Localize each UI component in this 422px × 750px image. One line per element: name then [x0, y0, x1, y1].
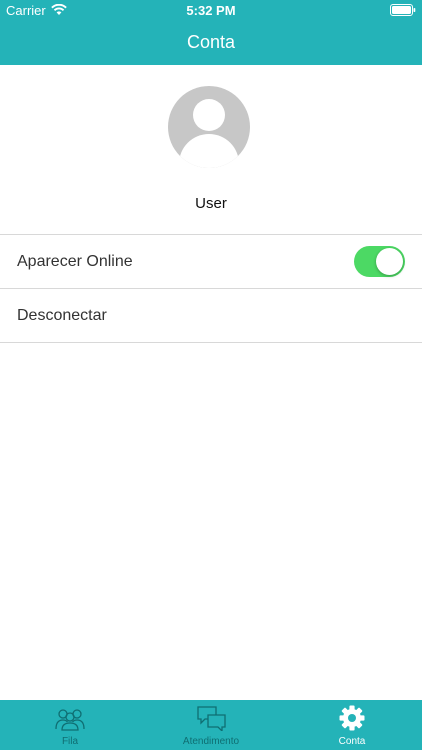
tab-atendimento[interactable]: Atendimento	[141, 700, 281, 750]
status-bar: Carrier 5:32 PM	[0, 0, 422, 22]
tab-label: Fila	[61, 736, 79, 747]
avatar-body-shape	[179, 134, 239, 168]
gear-icon	[282, 705, 422, 731]
avatar-head-shape	[193, 99, 225, 131]
online-setting-row: Aparecer Online	[0, 235, 422, 288]
divider	[0, 342, 422, 343]
tab-conta[interactable]: Conta	[282, 700, 422, 750]
page-title: Conta	[186, 32, 236, 52]
clock: 5:32 PM	[186, 3, 236, 18]
tab-label: Atendimento	[182, 736, 240, 747]
online-toggle[interactable]	[354, 246, 405, 277]
profile-section: User	[0, 65, 422, 234]
tab-label: Conta	[338, 736, 366, 747]
disconnect-label: Desconectar	[17, 307, 107, 324]
toggle-knob	[376, 248, 403, 275]
top-bar: Carrier 5:32 PM Conta	[0, 0, 422, 65]
tab-fila[interactable]: Fila	[0, 700, 140, 750]
disconnect-button[interactable]: Desconectar	[0, 289, 422, 342]
avatar	[168, 86, 250, 168]
tab-bar: Fila Atendimento Conta	[0, 700, 422, 750]
username-label: User	[195, 195, 227, 212]
battery-icon	[390, 4, 416, 19]
people-icon	[0, 705, 140, 731]
chat-bubbles-icon	[141, 705, 281, 733]
online-setting-label: Aparecer Online	[17, 253, 133, 270]
